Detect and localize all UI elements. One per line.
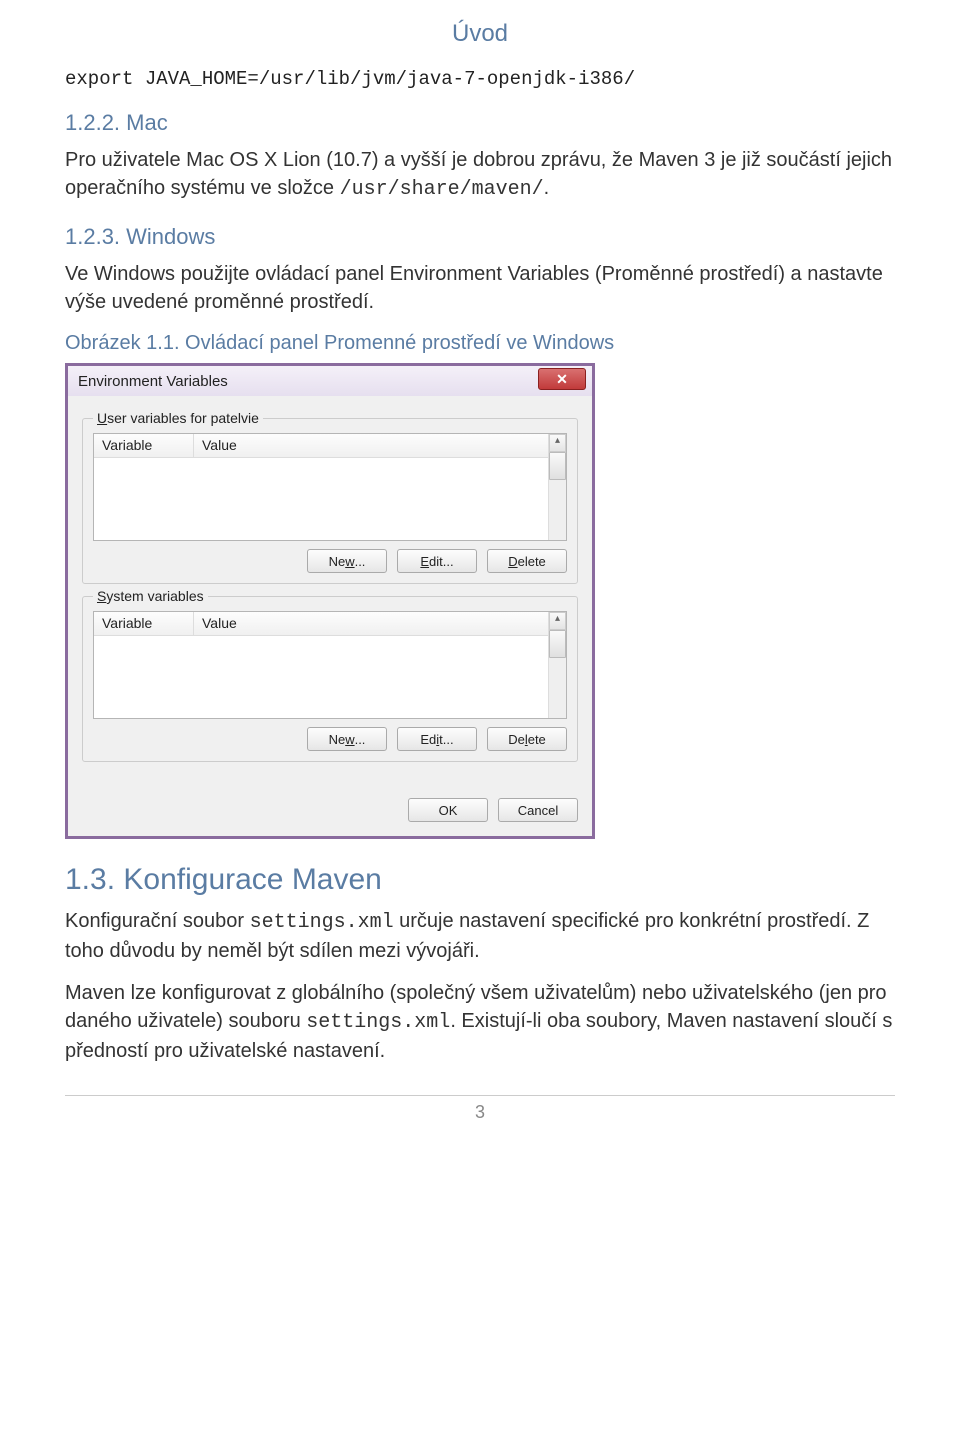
group-label-system: System variables: [93, 588, 208, 604]
paragraph-config-2: Maven lze konfigurovat z globálního (spo…: [65, 979, 895, 1065]
scrollbar[interactable]: ▴: [548, 612, 566, 718]
text: Konfigurační soubor: [65, 910, 250, 932]
scroll-thumb[interactable]: [549, 630, 566, 658]
system-variables-listbox[interactable]: Variable Value ▴: [93, 611, 567, 719]
list-header: Variable Value: [94, 612, 566, 636]
dialog-title: Environment Variables: [78, 373, 538, 390]
list-header: Variable Value: [94, 434, 566, 458]
code-export-line: export JAVA_HOME=/usr/lib/jvm/java-7-ope…: [65, 68, 895, 90]
col-value[interactable]: Value: [194, 434, 566, 457]
delete-user-var-button[interactable]: Delete: [487, 549, 567, 573]
edit-sys-var-button[interactable]: Edit...: [397, 727, 477, 751]
dialog-titlebar: Environment Variables ✕: [68, 366, 592, 396]
heading-windows: 1.2.3. Windows: [65, 224, 895, 250]
scroll-thumb[interactable]: [549, 452, 566, 480]
text: ystem variables: [106, 588, 203, 604]
group-label-user: User variables for patelvie: [93, 410, 263, 426]
close-icon: ✕: [556, 371, 568, 388]
delete-sys-var-button[interactable]: Delete: [487, 727, 567, 751]
paragraph-windows: Ve Windows použijte ovládací panel Envir…: [65, 260, 895, 316]
close-button[interactable]: ✕: [538, 368, 586, 390]
heading-config: 1.3. Konfigurace Maven: [65, 863, 895, 897]
cancel-button[interactable]: Cancel: [498, 798, 578, 822]
inline-code: /usr/share/maven/: [340, 178, 544, 201]
text: .: [544, 177, 550, 199]
heading-mac: 1.2.2. Mac: [65, 110, 895, 136]
new-user-var-button[interactable]: New...: [307, 549, 387, 573]
col-variable[interactable]: Variable: [94, 612, 194, 635]
user-variables-listbox[interactable]: Variable Value ▴: [93, 433, 567, 541]
env-vars-dialog: Environment Variables ✕ User variables f…: [65, 363, 595, 839]
inline-code: settings.xml: [250, 911, 394, 934]
scroll-up-icon[interactable]: ▴: [549, 434, 566, 452]
scroll-up-icon[interactable]: ▴: [549, 612, 566, 630]
figure-caption: Obrázek 1.1. Ovládací panel Promenné pro…: [65, 332, 895, 355]
edit-user-var-button[interactable]: Edit...: [397, 549, 477, 573]
paragraph-config-1: Konfigurační soubor settings.xml určuje …: [65, 907, 895, 965]
page-header: Úvod: [65, 20, 895, 48]
new-sys-var-button[interactable]: New...: [307, 727, 387, 751]
col-value[interactable]: Value: [194, 612, 566, 635]
inline-code: settings.xml: [306, 1011, 450, 1034]
system-variables-group: System variables Variable Value ▴ New...…: [82, 596, 578, 762]
page-number: 3: [65, 1095, 895, 1123]
paragraph-mac: Pro uživatele Mac OS X Lion (10.7) a vyš…: [65, 146, 895, 204]
scrollbar[interactable]: ▴: [548, 434, 566, 540]
ok-button[interactable]: OK: [408, 798, 488, 822]
user-variables-group: User variables for patelvie Variable Val…: [82, 418, 578, 584]
text: ser variables for patelvie: [107, 410, 259, 426]
col-variable[interactable]: Variable: [94, 434, 194, 457]
